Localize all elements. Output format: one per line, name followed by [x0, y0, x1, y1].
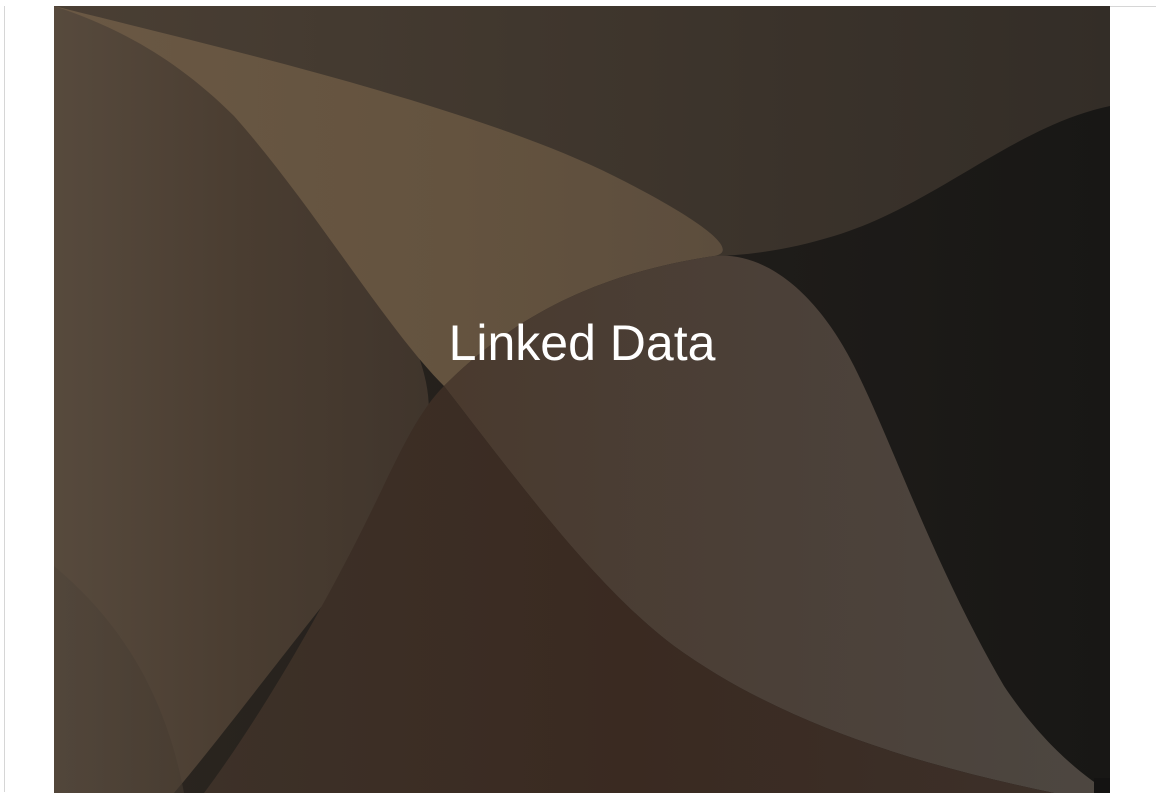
title-slide[interactable]: Linked Data — [54, 6, 1110, 793]
presentation-page: Linked Data — [0, 0, 1156, 796]
page-left-border — [4, 6, 5, 792]
slide-title: Linked Data — [448, 315, 716, 371]
slide-background-waves — [54, 6, 1110, 793]
page-top-border — [1110, 6, 1156, 7]
